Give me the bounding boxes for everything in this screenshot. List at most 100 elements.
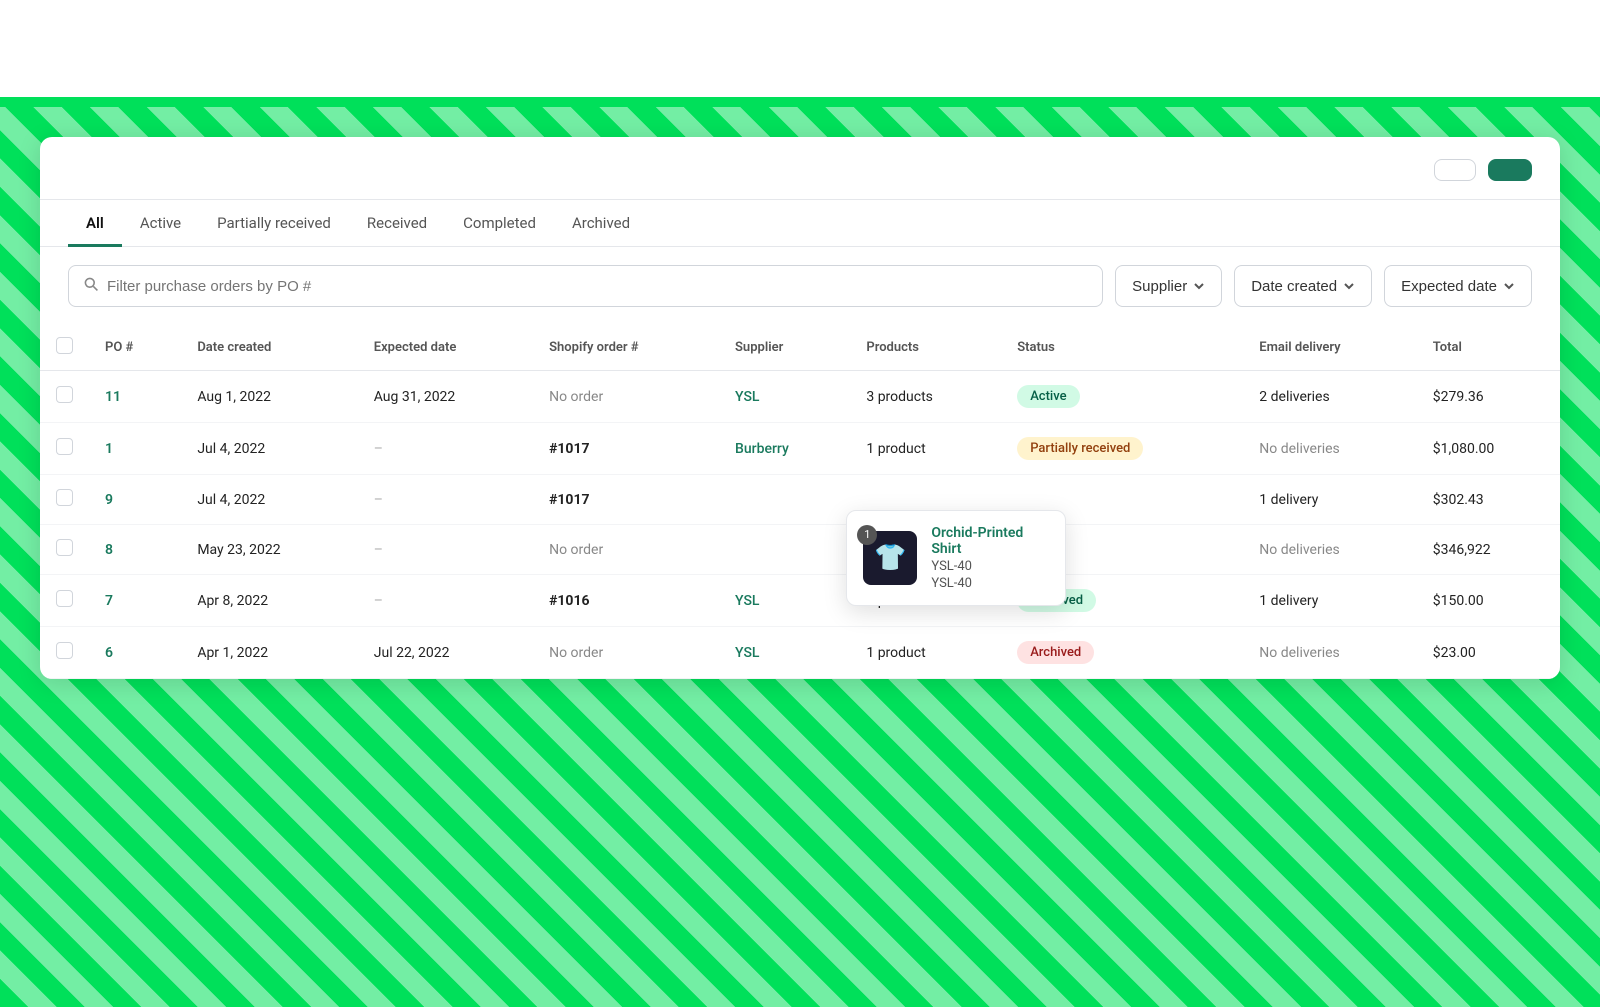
po-link[interactable]: 7 [105,593,113,609]
tab-active[interactable]: Active [122,200,199,247]
po-link[interactable]: 1 [105,441,113,457]
email-delivery-cell: 2 deliveries [1243,371,1416,423]
po-link[interactable]: 6 [105,645,113,661]
tooltip-sku1: YSL-40 [931,559,1049,574]
email-delivery-cell: No deliveries [1243,525,1416,575]
po-link[interactable]: 8 [105,542,113,558]
total-cell: $302.43 [1417,475,1560,525]
table-row: 8May 23, 2022–No orderNo deliveries$346,… [40,525,1560,575]
date-created-cell: Apr 1, 2022 [181,627,357,679]
products-cell: 1 product [850,627,1001,679]
row-checkbox[interactable] [56,539,73,556]
shopify-order-cell: #1016 [533,575,719,627]
col-supplier: Supplier [719,325,850,371]
row-checkbox[interactable] [56,642,73,659]
supplier-filter-label: Supplier [1132,278,1187,295]
supplier-link[interactable]: Burberry [735,441,789,457]
total-cell: $23.00 [1417,627,1560,679]
email-delivery-cell: 1 delivery [1243,575,1416,627]
tooltip-sku2: YSL-40 [931,576,1049,591]
supplier-link[interactable]: YSL [735,645,759,661]
stripe-background: All Active Partially received Received C… [0,107,1600,1007]
add-purchase-order-button[interactable] [1488,159,1532,181]
shopify-order-cell: No order [533,525,719,575]
col-email-delivery: Email delivery [1243,325,1416,371]
col-expected-date: Expected date [358,325,533,371]
header-actions [1434,159,1532,181]
date-created-cell: Jul 4, 2022 [181,423,357,475]
expected-date-cell: – [358,575,533,627]
orders-table-wrapper: PO # Date created Expected date Shopify … [40,325,1560,679]
select-all-checkbox[interactable] [56,337,73,354]
status-badge: Archived [1017,641,1094,664]
shopify-order-cell: #1017 [533,475,719,525]
products-cell: 👕 1 Orchid-Printed Shirt YSL-40 YSL-40 [850,475,1001,525]
supplier-link[interactable]: YSL [735,593,759,609]
tab-all[interactable]: All [68,200,122,247]
date-created-filter-label: Date created [1251,278,1337,295]
tooltip-info: Orchid-Printed Shirt YSL-40 YSL-40 [931,525,1049,591]
col-po: PO # [89,325,181,371]
chevron-down-icon [1343,280,1355,292]
po-link[interactable]: 9 [105,492,113,508]
green-divider [0,97,1600,107]
table-row: 9 Jul 4, 2022–#1017 👕 1 Orchid-Printed Sh… [40,475,1560,525]
orders-table: PO # Date created Expected date Shopify … [40,325,1560,679]
tab-archived[interactable]: Archived [554,200,648,247]
export-button[interactable] [1434,159,1476,181]
chevron-down-icon [1193,280,1205,292]
expected-date-cell: – [358,475,533,525]
products-cell: 1 product [850,423,1001,475]
total-cell: $279.36 [1417,371,1560,423]
row-checkbox[interactable] [56,590,73,607]
row-checkbox[interactable] [56,438,73,455]
supplier-cell: YSL [719,371,850,423]
search-input[interactable] [107,278,1088,295]
supplier-link[interactable]: YSL [735,389,759,405]
email-delivery-cell: No deliveries [1243,423,1416,475]
col-products: Products [850,325,1001,371]
shopify-order-cell: #1017 [533,423,719,475]
supplier-cell: Burberry [719,423,850,475]
expected-date-cell: Jul 22, 2022 [358,627,533,679]
tooltip-product-name: Orchid-Printed Shirt [931,525,1049,557]
search-wrapper [68,265,1103,307]
expected-date-cell: – [358,525,533,575]
table-header-row: PO # Date created Expected date Shopify … [40,325,1560,371]
date-created-filter-button[interactable]: Date created [1234,265,1372,307]
expected-date-cell: Aug 31, 2022 [358,371,533,423]
row-checkbox[interactable] [56,489,73,506]
table-row: 6Apr 1, 2022Jul 22, 2022No orderYSL1 pro… [40,627,1560,679]
search-icon [83,276,99,296]
card-header [40,137,1560,200]
expected-date-filter-button[interactable]: Expected date [1384,265,1532,307]
tab-completed[interactable]: Completed [445,200,554,247]
date-created-cell: Jul 4, 2022 [181,475,357,525]
po-link[interactable]: 11 [105,389,121,405]
main-card: All Active Partially received Received C… [40,137,1560,679]
table-row: 11Aug 1, 2022Aug 31, 2022No orderYSL3 pr… [40,371,1560,423]
hero-section [0,0,1600,97]
hero-subtitle [20,42,1580,77]
table-row: 7Apr 8, 2022–#1016YSL1 productReceived1 … [40,575,1560,627]
date-created-cell: May 23, 2022 [181,525,357,575]
status-cell: Active [1001,371,1243,423]
product-count-badge: 1 [857,525,877,545]
total-cell: $150.00 [1417,575,1560,627]
supplier-cell: YSL [719,575,850,627]
shopify-order-cell: No order [533,371,719,423]
col-total: Total [1417,325,1560,371]
supplier-filter-button[interactable]: Supplier [1115,265,1222,307]
col-status: Status [1001,325,1243,371]
table-row: 1Jul 4, 2022–#1017Burberry1 productParti… [40,423,1560,475]
date-created-cell: Apr 8, 2022 [181,575,357,627]
chevron-down-icon [1503,280,1515,292]
supplier-cell [719,475,850,525]
shirt-icon: 👕 [874,543,906,573]
tab-received[interactable]: Received [349,200,445,247]
expected-date-cell: – [358,423,533,475]
tab-partially-received[interactable]: Partially received [199,200,349,247]
row-checkbox[interactable] [56,386,73,403]
status-badge: Active [1017,385,1079,408]
col-shopify-order: Shopify order # [533,325,719,371]
